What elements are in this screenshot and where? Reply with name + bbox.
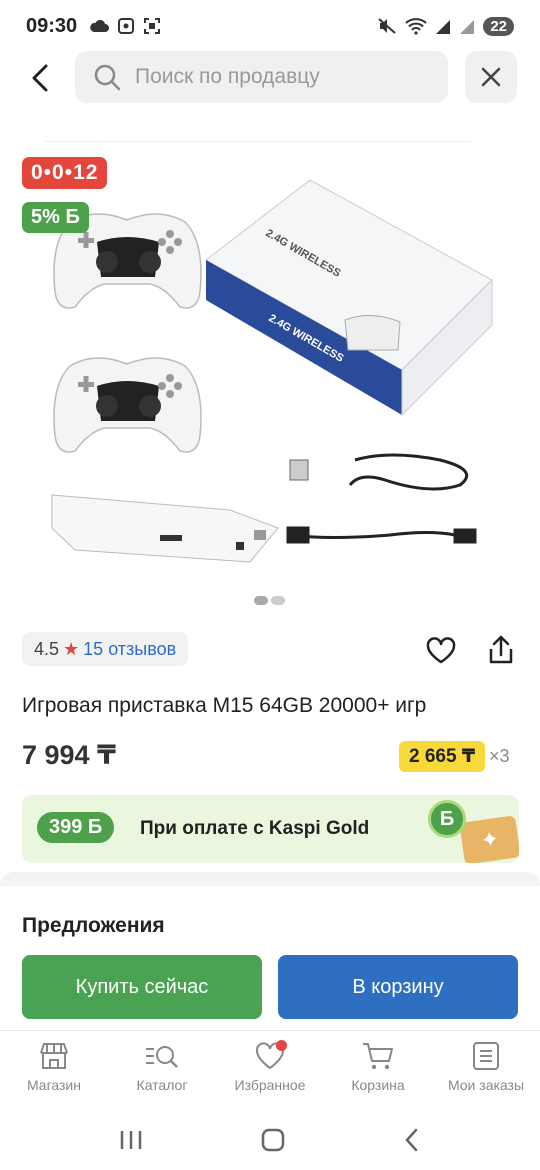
product-title: Игровая приставка M15 64GB 20000+ игр [22, 694, 427, 717]
back-button[interactable] [22, 58, 58, 98]
pager-dot [271, 596, 285, 605]
screenshot-icon [144, 18, 161, 34]
favorite-button[interactable] [424, 634, 458, 668]
wifi-icon [405, 18, 427, 35]
search-header [0, 50, 540, 104]
close-icon [481, 67, 501, 87]
bottom-nav: Магазин Каталог Избранное Корзина Мои за… [0, 1030, 540, 1110]
heart-icon [426, 637, 456, 664]
status-bar: 09:30 22 [0, 0, 540, 52]
reviews-link[interactable]: 15 отзывов [83, 639, 176, 660]
product-price: 7 994 ₸ [22, 740, 116, 770]
installment-multiplier: ×3 [489, 746, 510, 766]
recent-apps-icon[interactable] [118, 1129, 144, 1151]
star-icon: ★ [63, 638, 80, 659]
gold-bonus-badge: 399 Б [37, 812, 115, 843]
notification-dot [276, 1040, 287, 1051]
installment-info[interactable]: 2 665 ₸ ×3 [399, 741, 510, 772]
nav-item-store[interactable]: Магазин [0, 1031, 108, 1110]
signal-icon [436, 20, 451, 34]
gold-banner-text: При оплате с Kaspi Gold [140, 818, 370, 839]
section-separator [0, 872, 540, 886]
divider [45, 141, 471, 142]
rating-value: 4.5 [34, 638, 60, 659]
add-to-cart-button[interactable]: В корзину [278, 955, 518, 1019]
offers-title: Предложения [22, 914, 165, 937]
home-icon[interactable] [260, 1127, 286, 1153]
screenshot-icon [118, 18, 135, 34]
image-pager [254, 596, 288, 606]
signal-icon [460, 20, 475, 34]
back-arrow-icon [32, 64, 48, 92]
status-left-icons [89, 17, 161, 35]
nav-label: Магазин [26, 1077, 81, 1093]
cart-icon [363, 1043, 393, 1070]
mute-icon [378, 18, 396, 34]
search-box[interactable] [75, 51, 448, 103]
nav-item-cart[interactable]: Корзина [324, 1031, 432, 1110]
cloud-icon [90, 19, 110, 32]
pager-dot [254, 596, 268, 605]
bonus-badge: 5% Б [22, 202, 89, 233]
gamepad-image [53, 357, 202, 453]
timer-badge: 0•0•12 [22, 157, 108, 189]
store-icon [40, 1043, 68, 1069]
nav-label: Каталог [136, 1077, 188, 1093]
catalog-icon [146, 1046, 178, 1068]
share-button[interactable] [484, 632, 518, 668]
product-box-image: 2.4G WIRELESS 2.4G WIRELESS [205, 179, 493, 417]
console-stick-image [51, 494, 279, 563]
nav-label: Корзина [351, 1077, 405, 1093]
share-icon [489, 635, 513, 664]
system-back-icon[interactable] [402, 1127, 422, 1153]
bonus-coin-icon: Б [428, 800, 466, 838]
status-right-icons: 22 [377, 16, 514, 36]
status-time: 09:30 [26, 14, 78, 37]
nav-item-favorites[interactable]: Избранное [216, 1031, 324, 1110]
nav-label: Избранное [234, 1077, 306, 1093]
orders-icon [473, 1042, 499, 1070]
nav-label: Мои заказы [447, 1077, 525, 1093]
search-input[interactable] [135, 65, 425, 89]
search-icon [94, 64, 121, 91]
nav-item-catalog[interactable]: Каталог [108, 1031, 216, 1110]
rating-pill[interactable]: 4.5 ★ 15 отзывов [22, 632, 189, 666]
nav-item-orders[interactable]: Мои заказы [432, 1031, 540, 1110]
system-nav-bar [0, 1110, 540, 1170]
installment-price: 2 665 ₸ [399, 741, 486, 772]
close-button[interactable] [465, 51, 517, 103]
kaspi-gold-banner[interactable]: 399 Б При оплате с Kaspi Gold ✦ Б [22, 795, 519, 863]
kaspi-card-icon: ✦ [459, 815, 519, 863]
battery-indicator: 22 [483, 16, 514, 36]
usb-cable-image [286, 453, 477, 544]
buy-now-button[interactable]: Купить сейчас [22, 955, 262, 1019]
